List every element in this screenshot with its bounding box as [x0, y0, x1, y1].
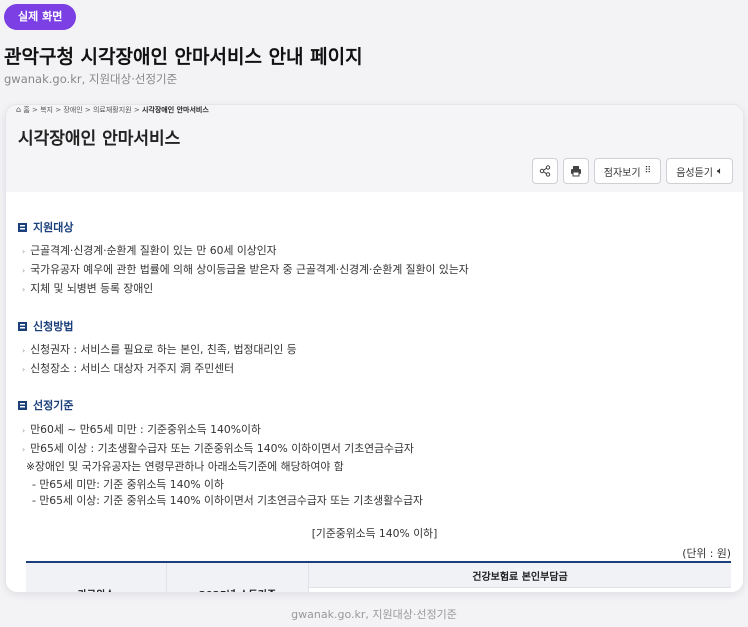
- print-button[interactable]: [562, 158, 589, 184]
- breadcrumb-current: 시각장애인 안마서비스: [141, 106, 209, 114]
- share-icon: [539, 165, 550, 177]
- section-icon: [18, 321, 27, 331]
- source-caption: gwanak.go.kr, 지원대상·선정기준: [4, 72, 178, 86]
- voice-label: 음성듣기: [676, 167, 713, 179]
- list-item: › 만65세 이상 : 기초생활수급자 또는 기준중위소득 140% 이하이면서 …: [22, 442, 414, 455]
- table-header: 가구원수: [26, 563, 167, 592]
- list-item: › 신청권자 : 서비스를 필요로 하는 본인, 친족, 법정대리인 등: [22, 343, 297, 356]
- share-button[interactable]: [531, 158, 558, 184]
- criteria-subitem: - 만65세 미만: 기준 중위소득 140% 이하: [32, 478, 224, 491]
- criteria-subitem: - 만65세 이상: 기준 중위소득 140% 이하이면서 기초연금수급자 또는…: [32, 494, 423, 507]
- page-title: 시각장애인 안마서비스: [18, 129, 181, 149]
- list-item: › 지체 및 뇌병변 등록 장애인: [22, 282, 154, 295]
- table-caption: [기준중위소득 140% 이하]: [311, 527, 438, 540]
- list-item: › 신청장소 : 서비스 대상자 거주지 洞 주민센터: [22, 362, 235, 375]
- home-icon[interactable]: ⌂: [16, 105, 21, 114]
- list-item: › 국가유공자 예우에 관한 법률에 의해 상이등급을 받은자 중 근골격계·신경…: [22, 263, 469, 276]
- speaker-icon: 🔈︎: [717, 165, 723, 177]
- section-label: 신청방법: [33, 320, 74, 333]
- breadcrumb: ⌂ 홈 > 복지 > 장애인 > 의료재활지원 > 시각장애인 안마서비스: [16, 105, 209, 114]
- section-label: 지원대상: [33, 221, 74, 234]
- breadcrumb-item[interactable]: 복지: [40, 106, 53, 114]
- breadcrumb-item[interactable]: 의료재활지원: [93, 106, 132, 114]
- headline: 관악구청 시각장애인 안마서비스 안내 페이지: [4, 46, 363, 68]
- table-header: 2025년 소득기준: [167, 563, 309, 592]
- screenshot-badge: 실제 화면: [4, 4, 77, 30]
- section-icon: [18, 400, 27, 410]
- breadcrumb-home[interactable]: 홈: [23, 106, 29, 114]
- page-header: ⌂ 홈 > 복지 > 장애인 > 의료재활지원 > 시각장애인 안마서비스 시각…: [6, 105, 743, 192]
- toolbar: 점자보기 ⠿ 음성듣기 🔈︎: [531, 158, 733, 184]
- section-title-apply: 신청방법: [18, 318, 73, 334]
- criteria-note: ※장애인 및 국가유공자는 연령무관하나 아래소득기준에 해당하여야 함: [26, 460, 344, 473]
- browser-frame: ⌂ 홈 > 복지 > 장애인 > 의료재활지원 > 시각장애인 안마서비스 시각…: [5, 104, 744, 593]
- table-header: 건강보험료 본인부담금: [309, 563, 731, 588]
- list-item: › 근골격계·신경계·순환계 질환이 있는 만 60세 이상인자: [22, 244, 277, 257]
- section-title-criteria: 선정기준: [18, 397, 73, 413]
- voice-button[interactable]: 음성듣기 🔈︎: [666, 158, 733, 184]
- list-item: › 만60세 ~ 만65세 미만 : 기준중위소득 140%이하: [22, 423, 261, 436]
- section-title-target: 지원대상: [18, 219, 73, 235]
- braille-label: 점자보기: [603, 167, 641, 179]
- section-label: 선정기준: [33, 399, 74, 412]
- footer-caption: gwanak.go.kr, 지원대상·선정기준: [291, 608, 457, 621]
- income-table: 가구원수 2025년 소득기준 건강보험료 본인부담금: [26, 561, 731, 592]
- table-unit: (단위 : 원): [682, 547, 731, 560]
- braille-button[interactable]: 점자보기 ⠿: [593, 158, 662, 184]
- breadcrumb-item[interactable]: 장애인: [63, 106, 82, 114]
- braille-icon: ⠿: [644, 166, 652, 176]
- section-icon: [18, 222, 27, 232]
- print-icon: [570, 166, 581, 177]
